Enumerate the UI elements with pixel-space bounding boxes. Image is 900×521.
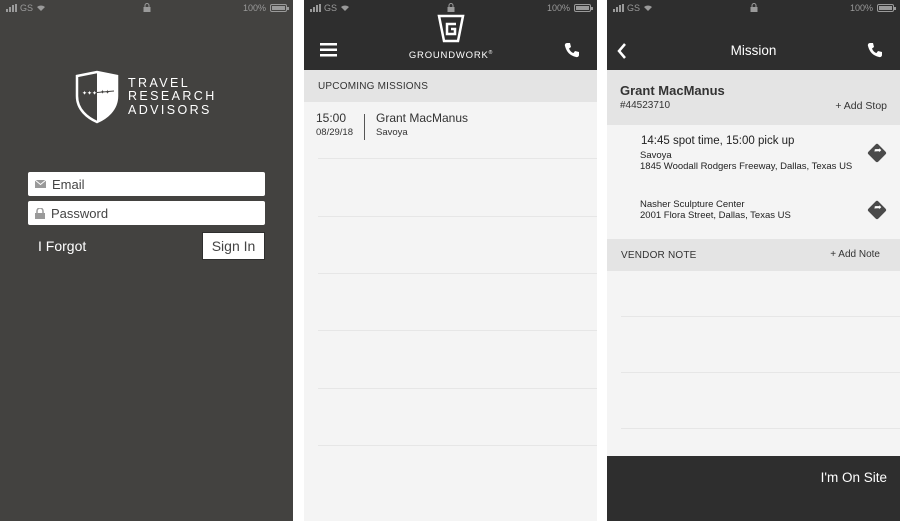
mail-icon xyxy=(35,180,46,188)
signal-icon xyxy=(6,4,17,12)
battery-icon xyxy=(574,4,593,12)
brand-logo: GROUNDWORK® xyxy=(396,14,506,61)
logo-line: TRAVEL xyxy=(128,75,191,90)
battery-percent: 100% xyxy=(546,3,570,13)
client-summary: Grant MacManus #44523710 + Add Stop xyxy=(607,70,900,125)
battery-percent: 100% xyxy=(849,3,873,13)
add-note-button[interactable]: + Add Note xyxy=(830,249,880,260)
directions-icon[interactable] xyxy=(867,200,887,220)
stop-name: Nasher Sculpture Center xyxy=(640,199,745,210)
lock-icon xyxy=(35,207,45,219)
login-screen: GS 100% ✦✦✦ ✦✦ TRAVEL RESEARCH ADVISORS … xyxy=(0,0,293,521)
carrier-label: GS xyxy=(20,3,34,13)
on-site-button[interactable]: I'm On Site xyxy=(821,470,887,485)
row-divider xyxy=(364,114,365,140)
svg-text:✦✦: ✦✦ xyxy=(100,89,110,96)
sign-in-button[interactable]: Sign In xyxy=(202,232,265,260)
groundwork-g-icon xyxy=(437,14,465,43)
mission-date: 08/29/18 xyxy=(316,127,353,138)
lock-icon xyxy=(447,3,454,12)
phone-icon[interactable] xyxy=(867,42,883,58)
svg-text:✦✦✦: ✦✦✦ xyxy=(82,90,97,97)
logo-line: ADVISORS xyxy=(128,102,212,117)
mission-venue: Savoya xyxy=(376,127,408,138)
menu-icon[interactable] xyxy=(320,43,337,57)
stop-name: Savoya xyxy=(640,150,672,161)
carrier-label: GS xyxy=(324,3,338,13)
password-field[interactable] xyxy=(28,201,265,225)
list-separator xyxy=(621,316,900,317)
wifi-icon xyxy=(37,5,46,11)
pickup-timing: 14:45 spot time, 15:00 pick up xyxy=(641,135,795,147)
signal-icon xyxy=(613,4,624,12)
list-separator xyxy=(318,158,597,159)
mission-id: #44523710 xyxy=(620,100,671,111)
app-header: GS 100% Mission xyxy=(607,0,900,70)
vendor-note-label: VENDOR NOTE xyxy=(621,249,697,261)
carrier-label: GS xyxy=(627,3,641,13)
add-stop-button[interactable]: + Add Stop xyxy=(835,100,887,112)
phone-icon[interactable] xyxy=(564,42,580,58)
list-separator xyxy=(621,428,900,429)
list-separator xyxy=(318,388,597,389)
brand-name: GROUNDWORK® xyxy=(396,50,506,61)
missions-screen: GS 100% GROUNDWORK® UPCOMING MISSIONS 15… xyxy=(304,0,597,521)
mission-list-item[interactable]: 15:00 08/29/18 Grant MacManus Savoya xyxy=(304,102,597,158)
status-bar: GS 100% xyxy=(607,0,900,16)
stop-address: 1845 Woodall Rodgers Freeway, Dallas, Te… xyxy=(640,161,853,172)
forgot-password-link[interactable]: I Forgot xyxy=(38,238,86,254)
client-name: Grant MacManus xyxy=(620,83,725,98)
lock-icon xyxy=(143,3,150,12)
mission-time: 15:00 xyxy=(316,111,347,125)
battery-icon xyxy=(270,4,289,12)
list-separator xyxy=(621,372,900,373)
list-separator xyxy=(318,273,597,274)
app-logo: ✦✦✦ ✦✦ TRAVEL RESEARCH ADVISORS xyxy=(74,70,217,124)
directions-icon[interactable] xyxy=(867,143,887,163)
stop-address: 2001 Flora Street, Dallas, Texas US xyxy=(640,210,791,221)
app-header: GS 100% GROUNDWORK® xyxy=(304,0,597,70)
registered-mark: ® xyxy=(488,50,494,56)
password-input[interactable] xyxy=(51,205,241,221)
logo-line: RESEARCH xyxy=(128,89,217,104)
brand-name-text: GROUNDWORK xyxy=(408,50,489,62)
battery-icon xyxy=(877,4,896,12)
page-title: Mission xyxy=(730,43,777,58)
signal-icon xyxy=(310,4,321,12)
email-input[interactable] xyxy=(52,176,242,192)
action-footer: I'm On Site xyxy=(607,456,900,521)
mission-detail-screen: GS 100% Mission Grant MacManus #44523710… xyxy=(607,0,900,521)
list-separator xyxy=(318,330,597,331)
logo-text: TRAVEL RESEARCH ADVISORS xyxy=(128,75,217,118)
shield-logo-icon: ✦✦✦ ✦✦ xyxy=(75,70,119,124)
section-header: UPCOMING MISSIONS xyxy=(304,70,597,102)
list-separator xyxy=(318,216,597,217)
list-separator xyxy=(318,445,597,446)
email-field[interactable] xyxy=(28,172,265,196)
wifi-icon xyxy=(341,5,350,11)
battery-percent: 100% xyxy=(242,3,266,13)
lock-icon xyxy=(750,3,757,12)
wifi-icon xyxy=(644,5,653,11)
status-bar: GS 100% xyxy=(0,0,293,16)
mission-client: Grant MacManus xyxy=(376,111,469,125)
